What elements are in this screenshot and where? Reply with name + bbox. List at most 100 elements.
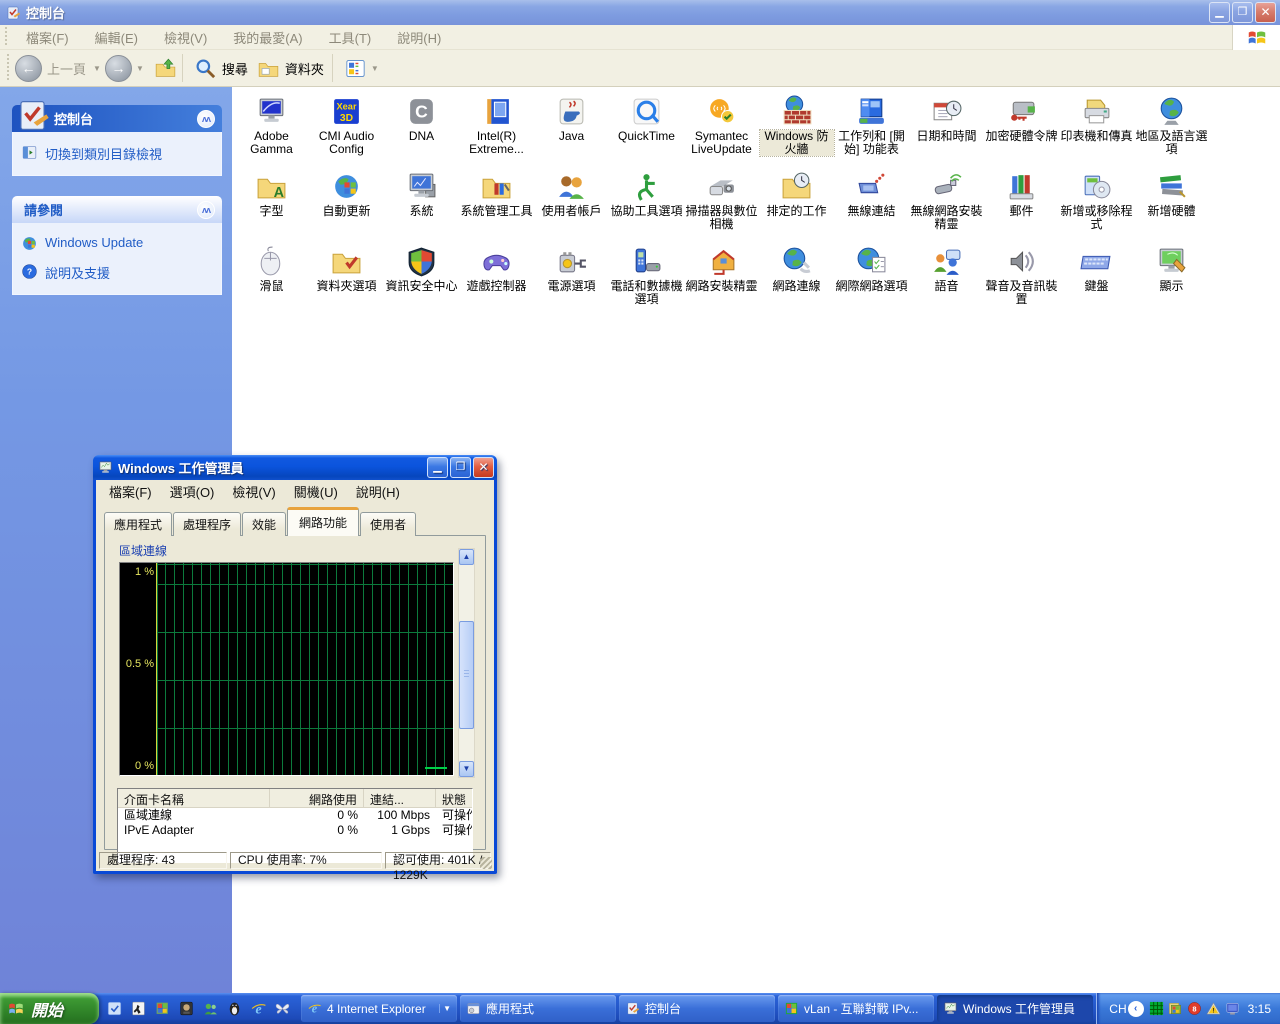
scrollbar-thumb[interactable] <box>459 621 474 729</box>
sidebar-link-1-0[interactable]: Windows Update <box>21 235 215 252</box>
cp-item-10[interactable]: 加密硬體令牌 <box>984 93 1059 168</box>
forward-dropdown[interactable]: ▼ <box>136 64 144 73</box>
cp-item-15[interactable]: 系統 <box>384 168 459 243</box>
warning-icon[interactable]: ! <box>1206 1001 1221 1016</box>
chevron-up-icon[interactable]: ʌʌ <box>197 110 215 128</box>
taskbar-button-0[interactable]: e4 Internet Explorer▼ <box>301 995 457 1022</box>
network-activity-icon[interactable] <box>1149 1001 1164 1016</box>
tab-處理程序[interactable]: 處理程序 <box>173 512 241 536</box>
cp-item-14[interactable]: 自動更新 <box>309 168 384 243</box>
taskbar-button-4[interactable]: Windows 工作管理員 <box>937 995 1093 1022</box>
tm-close-button[interactable]: ✕ <box>473 457 494 478</box>
column-header-2[interactable]: 連結... <box>364 789 436 807</box>
display-settings-icon[interactable] <box>1225 1001 1240 1016</box>
cp-item-1[interactable]: Xear3DCMI Audio Config <box>309 93 384 168</box>
scroll-down-arrow[interactable]: ▼ <box>459 761 474 777</box>
penguin-icon[interactable] <box>226 1000 243 1017</box>
column-header-0[interactable]: 介面卡名稱 <box>118 789 270 807</box>
cp-item-29[interactable]: 遊戲控制器 <box>459 243 534 318</box>
taskbar-button-3[interactable]: vLan - 互聯對戰 IPv... <box>778 995 934 1022</box>
cp-item-13[interactable]: A字型 <box>234 168 309 243</box>
group-dropdown-icon[interactable]: ▼ <box>439 1004 454 1013</box>
tab-效能[interactable]: 效能 <box>242 512 286 536</box>
tm-menu-item-2[interactable]: 檢視(V) <box>223 482 284 501</box>
sidebar-link-1-1[interactable]: ?說明及支援 <box>21 263 215 282</box>
tm-maximize-button[interactable]: ❐ <box>450 457 471 478</box>
cp-item-38[interactable]: 顯示 <box>1134 243 1209 318</box>
scroll-up-arrow[interactable]: ▲ <box>459 549 474 565</box>
media-player-icon[interactable] <box>178 1000 195 1017</box>
back-label[interactable]: 上一頁 <box>47 59 86 78</box>
cp-item-34[interactable]: 網際網路選項 <box>834 243 909 318</box>
up-folder-icon[interactable] <box>154 57 177 80</box>
cp-item-0[interactable]: Adobe Gamma <box>234 93 309 168</box>
cp-item-31[interactable]: 電話和數據機選項 <box>609 243 684 318</box>
forward-button[interactable]: → <box>105 55 132 82</box>
cp-item-28[interactable]: 資訊安全中心 <box>384 243 459 318</box>
chevron-up-icon[interactable]: ʌʌ <box>197 201 215 219</box>
internet-explorer-icon[interactable]: e <box>250 1000 267 1017</box>
control-panel-titlebar[interactable]: 控制台 ▁ ❐ ✕ <box>0 0 1280 25</box>
search-label[interactable]: 搜尋 <box>222 59 248 78</box>
cp-item-19[interactable]: 掃描器與數位相機 <box>684 168 759 243</box>
folders-icon[interactable] <box>257 57 280 80</box>
cp-item-17[interactable]: 使用者帳戶 <box>534 168 609 243</box>
resize-grip[interactable] <box>480 857 492 869</box>
restore-button[interactable]: ❐ <box>1232 2 1253 23</box>
cp-item-37[interactable]: 鍵盤 <box>1059 243 1134 318</box>
toolbar-grip[interactable] <box>6 54 11 83</box>
tm-minimize-button[interactable]: ▁ <box>427 457 448 478</box>
cp-item-6[interactable]: Symantec LiveUpdate <box>684 93 759 168</box>
menu-item-5[interactable]: 說明(H) <box>384 28 454 47</box>
tm-menu-item-3[interactable]: 關機(U) <box>285 482 347 501</box>
messenger-icon[interactable] <box>202 1000 219 1017</box>
minimize-button[interactable]: ▁ <box>1209 2 1230 23</box>
cp-item-8[interactable]: 工作列和 [開始] 功能表 <box>834 93 909 168</box>
tray-app-icon[interactable] <box>1168 1001 1183 1016</box>
cp-item-11[interactable]: 印表機和傳真 <box>1059 93 1134 168</box>
cp-item-22[interactable]: 無線網路安裝精靈 <box>909 168 984 243</box>
security-alert-icon[interactable]: 8 <box>1187 1001 1202 1016</box>
scrollbar-track[interactable] <box>459 565 474 761</box>
tm-menu-item-0[interactable]: 檔案(F) <box>100 482 161 501</box>
cp-item-23[interactable]: 郵件 <box>984 168 1059 243</box>
cp-item-18[interactable]: 協助工具選項 <box>609 168 684 243</box>
taskbar-button-1[interactable]: 應用程式 <box>460 995 616 1022</box>
back-button[interactable]: ← <box>15 55 42 82</box>
cp-item-7[interactable]: Windows 防火牆 <box>759 93 834 168</box>
cp-item-4[interactable]: Java <box>534 93 609 168</box>
folders-label[interactable]: 資料夾 <box>285 59 324 78</box>
cp-item-2[interactable]: CDNA <box>384 93 459 168</box>
search-icon[interactable] <box>194 57 217 80</box>
table-row-0[interactable]: 區域連線0 %100 Mbps可操作的 <box>118 808 472 823</box>
cp-item-5[interactable]: QuickTime <box>609 93 684 168</box>
sidebar-panel-header-1[interactable]: 請參閱ʌʌ <box>12 196 222 223</box>
cp-item-25[interactable]: 新增硬體 <box>1134 168 1209 243</box>
taskbar-button-2[interactable]: 控制台 <box>619 995 775 1022</box>
tab-網路功能[interactable]: 網路功能 <box>287 507 359 536</box>
cp-item-16[interactable]: 系統管理工具 <box>459 168 534 243</box>
menu-item-1[interactable]: 編輯(E) <box>82 28 151 47</box>
cp-item-12[interactable]: 地區及語言選項 <box>1134 93 1209 168</box>
tm-menu-item-4[interactable]: 說明(H) <box>347 482 409 501</box>
cp-item-32[interactable]: 網路安裝精靈 <box>684 243 759 318</box>
taskbar-clock[interactable]: 3:15 <box>1248 1002 1271 1016</box>
menubar-grip[interactable] <box>4 27 9 46</box>
menu-item-4[interactable]: 工具(T) <box>316 28 385 47</box>
cp-item-36[interactable]: 聲音及音訊裝置 <box>984 243 1059 318</box>
table-row-1[interactable]: IPvE Adapter0 %1 Gbps可操作的 <box>118 823 472 838</box>
cp-item-20[interactable]: 排定的工作 <box>759 168 834 243</box>
column-header-1[interactable]: 網路使用 <box>270 789 364 807</box>
column-header-3[interactable]: 狀態 <box>436 789 472 807</box>
menu-item-3[interactable]: 我的最愛(A) <box>220 28 315 47</box>
cp-item-33[interactable]: 網路連線 <box>759 243 834 318</box>
views-icon[interactable] <box>344 57 367 80</box>
menu-item-2[interactable]: 檢視(V) <box>151 28 220 47</box>
tm-menu-item-1[interactable]: 選項(O) <box>161 482 224 501</box>
blue-app-icon[interactable] <box>106 1000 123 1017</box>
close-button[interactable]: ✕ <box>1255 2 1276 23</box>
sidebar-link-0-0[interactable]: 切換到類別目錄檢視 <box>21 144 215 163</box>
msn-butterfly-icon[interactable] <box>274 1000 291 1017</box>
cp-item-26[interactable]: 滑鼠 <box>234 243 309 318</box>
cp-item-30[interactable]: 電源選項 <box>534 243 609 318</box>
